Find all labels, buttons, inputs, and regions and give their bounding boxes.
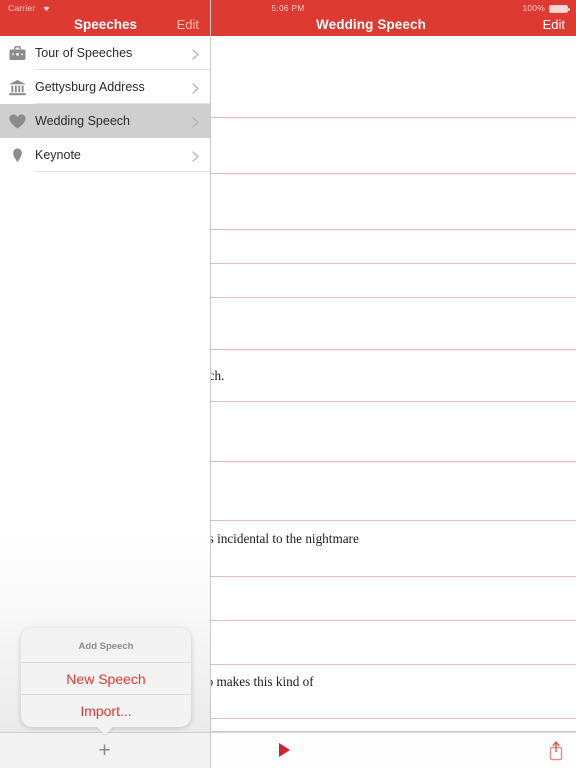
sidebar-item-label: Keynote: [35, 148, 81, 162]
sidebar-item-label: Tour of Speeches: [35, 46, 133, 60]
popover-item-import[interactable]: Import...: [21, 695, 191, 727]
popover-title: Add Speech: [21, 628, 191, 663]
detail-title: Wedding Speech: [316, 17, 426, 32]
ipad-app-window: Wedding Speech Edit .ag you from your de…: [0, 0, 576, 768]
detail-edit-button[interactable]: Edit: [543, 17, 565, 32]
list-separator: [35, 171, 210, 172]
chevron-right-icon: [192, 149, 199, 162]
chevron-right-icon: [192, 115, 199, 128]
detail-toolbar: [211, 732, 576, 768]
plus-icon[interactable]: +: [94, 740, 115, 762]
speech-list: Tour of Speeches Gettysburg Address Weddin…: [0, 36, 210, 172]
chevron-right-icon: [192, 81, 199, 94]
share-icon[interactable]: [548, 740, 564, 761]
sidebar-item-tour-of-speeches[interactable]: Tour of Speeches: [0, 36, 210, 70]
play-icon[interactable]: [279, 743, 290, 757]
sidebar-item-gettysburg-address[interactable]: Gettysburg Address: [0, 70, 210, 104]
battery-full-icon: [549, 4, 570, 13]
battery-percent-label: 100%: [522, 3, 545, 13]
chevron-right-icon: [192, 47, 199, 60]
bank-icon: [8, 78, 27, 97]
briefcase-icon: [8, 44, 27, 63]
sidebar-item-label: Gettysburg Address: [35, 80, 145, 94]
sidebar-item-keynote[interactable]: Keynote: [0, 138, 210, 172]
heart-icon: [8, 112, 27, 131]
popover-item-new-speech[interactable]: New Speech: [21, 663, 191, 695]
sidebar-toolbar: +: [0, 732, 210, 768]
sidebar-item-label: Wedding Speech: [35, 114, 130, 128]
status-bar: Carrier 5:06 PM 100%: [0, 0, 576, 15]
popover-arrow: [96, 726, 114, 735]
sidebar-edit-button[interactable]: Edit: [177, 17, 199, 32]
add-speech-popover: Add Speech New Speech Import...: [21, 628, 191, 727]
clock-label: 5:06 PM: [271, 3, 305, 13]
sidebar-item-wedding-speech[interactable]: Wedding Speech: [0, 104, 210, 138]
pin-icon: [8, 146, 27, 165]
